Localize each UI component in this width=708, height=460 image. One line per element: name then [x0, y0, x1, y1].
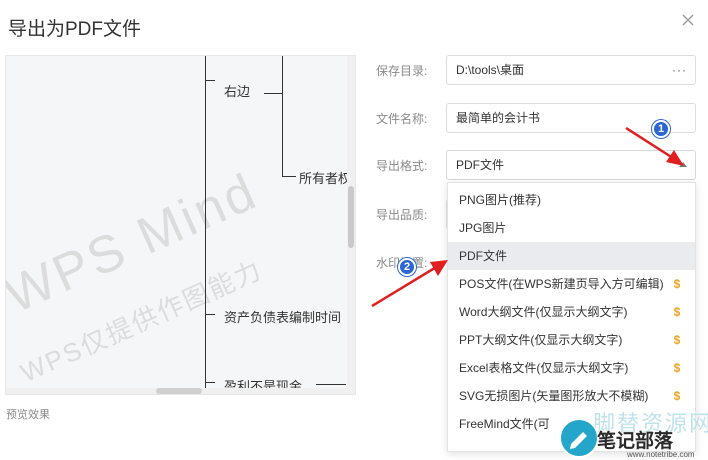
dropdown-option[interactable]: PNG图片(推荐): [448, 186, 695, 214]
dropdown-option[interactable]: Word大纲文件(仅显示大纲文字) $: [448, 298, 695, 326]
logo-brand: 笔记部落: [597, 431, 674, 452]
mindmap-branch-line: [282, 56, 283, 176]
mindmap-node: 资产负债表编制时间: [224, 310, 342, 325]
mindmap-branch-line: [282, 176, 296, 177]
step-badge-1: 1: [652, 120, 670, 138]
mindmap-branch-line: [316, 384, 346, 385]
preview-panel: WPS Mind WPS仅提供作图能力 右边 所有者权 资产负债表编制时间 盈利…: [5, 55, 356, 395]
mindmap-branch-line: [264, 93, 282, 94]
mindmap-node: 右边: [224, 84, 251, 99]
filename-value: 最简单的会计书: [456, 111, 541, 125]
pen-icon: [559, 418, 599, 458]
preview-label: 预览效果: [6, 409, 50, 421]
format-select[interactable]: PDF文件: [446, 150, 696, 180]
premium-coin-icon: $: [673, 277, 681, 291]
mindmap-trunk-line: [205, 56, 206, 391]
mindmap-branch-line: [205, 80, 215, 81]
preview-vertical-scrollbar[interactable]: [347, 56, 355, 394]
mindmap-branch-line: [205, 382, 215, 383]
close-icon[interactable]: [678, 10, 698, 30]
chevron-up-icon[interactable]: [679, 162, 687, 167]
quality-label: 导出品质:: [376, 208, 428, 222]
premium-coin-icon: $: [673, 333, 681, 347]
logo-url: www.notetribe.com: [627, 450, 695, 459]
premium-coin-icon: $: [673, 361, 681, 375]
format-label: 导出格式:: [376, 159, 428, 173]
site-logo: 脚替资源网 笔记部落 www.notetribe.com: [553, 406, 708, 460]
save-dir-value: D:\tools\桌面: [456, 63, 525, 77]
mindmap-branch-line: [205, 314, 215, 315]
preview-horizontal-scrollbar[interactable]: [6, 388, 355, 394]
filename-label: 文件名称:: [376, 112, 428, 126]
step-badge-2: 2: [398, 258, 416, 276]
format-value: PDF文件: [456, 158, 505, 172]
arrow-head-icon: [430, 260, 448, 276]
browse-button[interactable]: ···: [672, 56, 687, 84]
dialog-title: 导出为PDF文件: [8, 19, 142, 40]
save-dir-label: 保存目录:: [376, 64, 428, 78]
dropdown-option-selected[interactable]: PDF文件: [448, 242, 695, 270]
scroll-thumb[interactable]: [348, 186, 354, 248]
dropdown-option[interactable]: PPT大纲文件(仅显示大纲文字) $: [448, 326, 695, 354]
dropdown-option[interactable]: JPG图片: [448, 214, 695, 242]
save-dir-field[interactable]: D:\tools\桌面 ···: [446, 55, 696, 85]
dropdown-option[interactable]: Excel表格文件(仅显示大纲文字) $: [448, 354, 695, 382]
scroll-thumb[interactable]: [156, 388, 202, 394]
premium-coin-icon: $: [673, 389, 681, 403]
dropdown-option[interactable]: POS文件(在WPS新建页导入方可编辑) $: [448, 270, 695, 298]
export-dialog: 导出为PDF文件 WPS Mind WPS仅提供作图能力 右边 所有者权 资产负…: [0, 0, 708, 460]
mindmap-node: 所有者权: [299, 171, 352, 186]
premium-coin-icon: $: [673, 305, 681, 319]
